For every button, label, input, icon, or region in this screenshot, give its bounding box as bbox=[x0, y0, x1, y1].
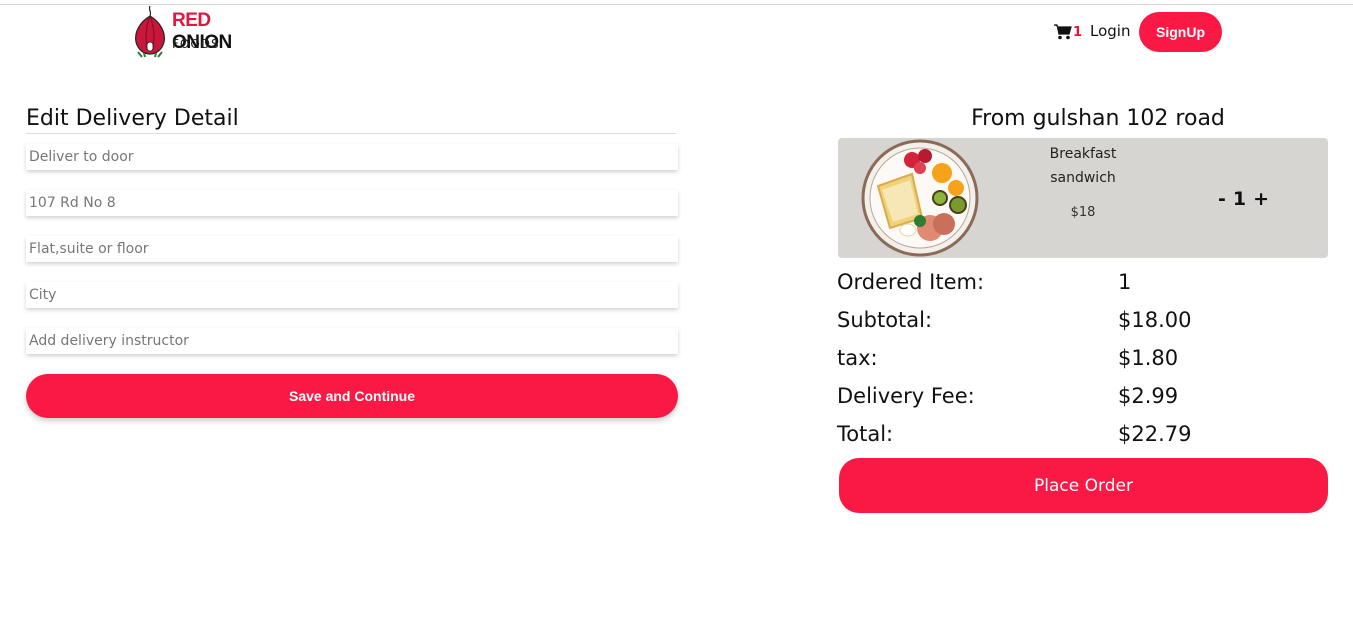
cart-count-badge: 1 bbox=[1073, 24, 1083, 40]
form-divider bbox=[26, 133, 676, 134]
deliver-to-door-field[interactable] bbox=[26, 144, 678, 170]
decrease-quantity-button[interactable]: - bbox=[1218, 188, 1226, 210]
summary-row-total: Total: $22.79 bbox=[837, 422, 1297, 452]
summary-row-subtotal: Subtotal: $18.00 bbox=[837, 308, 1297, 338]
city-field[interactable] bbox=[26, 282, 678, 308]
summary-value: 1 bbox=[1118, 270, 1132, 294]
summary-value: $1.80 bbox=[1118, 346, 1179, 370]
cart-icon bbox=[1054, 24, 1072, 40]
item-name: Breakfast sandwich bbox=[1049, 146, 1117, 186]
quantity-stepper: - 1 + bbox=[1218, 188, 1269, 210]
summary-row-tax: tax: $1.80 bbox=[837, 346, 1297, 376]
brand-tagline: FOODS bbox=[172, 37, 220, 51]
flat-suite-field[interactable] bbox=[26, 236, 678, 262]
summary-label: Total: bbox=[837, 422, 894, 446]
road-address-field[interactable] bbox=[26, 190, 678, 216]
place-order-button[interactable]: Place Order bbox=[839, 458, 1328, 513]
onion-logo-icon bbox=[135, 5, 165, 58]
summary-value: $22.79 bbox=[1118, 422, 1192, 446]
summary-label: Subtotal: bbox=[837, 308, 933, 332]
summary-label: Ordered Item: bbox=[837, 270, 985, 294]
summary-label: Delivery Fee: bbox=[837, 384, 975, 408]
save-and-continue-button[interactable]: Save and Continue bbox=[26, 374, 678, 418]
item-price: $18 bbox=[1070, 205, 1096, 220]
summary-value: $2.99 bbox=[1118, 384, 1179, 408]
cart-item-card: Breakfast sandwich $18 - 1 + bbox=[838, 138, 1328, 258]
brand-name-red: RED bbox=[172, 10, 211, 31]
login-link[interactable]: Login bbox=[1090, 22, 1130, 40]
summary-row-ordered-item: Ordered Item: 1 bbox=[837, 270, 1297, 300]
signup-button[interactable]: SignUp bbox=[1139, 12, 1222, 52]
summary-row-delivery-fee: Delivery Fee: $2.99 bbox=[837, 384, 1297, 414]
summary-value: $18.00 bbox=[1118, 308, 1192, 332]
restaurant-location: From gulshan 102 road bbox=[971, 106, 1225, 131]
brand-logo[interactable]: RED ONION FOODS bbox=[132, 4, 272, 58]
summary-label: tax: bbox=[837, 346, 878, 370]
increase-quantity-button[interactable]: + bbox=[1253, 188, 1269, 210]
cart-button[interactable]: 1 bbox=[1054, 22, 1084, 42]
item-quantity: 1 bbox=[1232, 188, 1247, 210]
delivery-form-title: Edit Delivery Detail bbox=[26, 106, 239, 131]
delivery-instructions-field[interactable] bbox=[26, 328, 678, 354]
food-plate-image bbox=[861, 139, 979, 257]
